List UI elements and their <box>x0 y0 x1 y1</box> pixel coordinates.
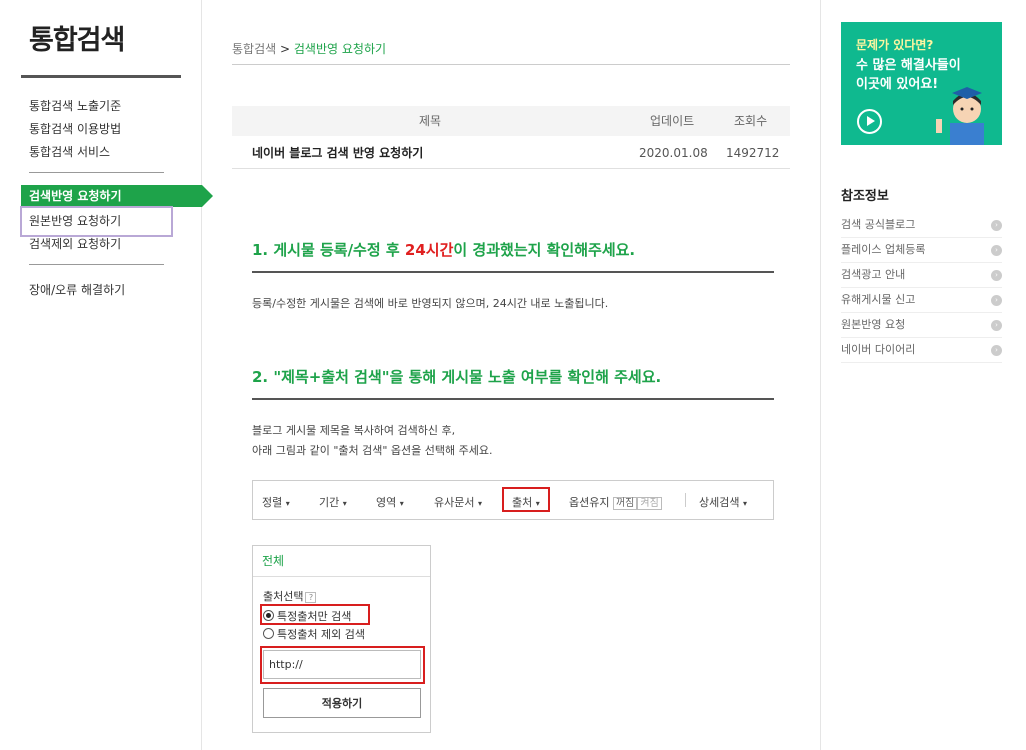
left-sidebar: 통합검색 통합검색 노출기준 통합검색 이용방법 통합검색 서비스 검색반영 요… <box>0 0 213 750</box>
option-sort[interactable]: 정렬 ▾ <box>262 494 290 510</box>
reference-item-label: 유해게시물 신고 <box>841 293 916 306</box>
play-icon[interactable] <box>857 109 882 134</box>
section2-heading: 2. "제목+출처 검색"을 통해 게시물 노출 여부를 확인해 주세요. <box>252 368 662 386</box>
reference-title: 참조정보 <box>841 189 889 204</box>
radio-unchecked-icon <box>263 628 274 639</box>
input-highlight-box <box>260 646 425 684</box>
chevron-down-icon: ▾ <box>342 499 347 508</box>
apply-button[interactable]: 적용하기 <box>263 688 421 718</box>
source-select-label-text: 출처선택 <box>263 590 304 603</box>
radio-exclude-label: 특정출처 제외 검색 <box>277 628 365 641</box>
chevron-right-icon: › <box>991 295 1002 306</box>
sidebar-item-troubleshoot[interactable]: 장애/오류 해결하기 <box>29 281 125 298</box>
breadcrumb-current: 검색반영 요청하기 <box>293 42 387 56</box>
row-views: 1492712 <box>726 146 780 160</box>
sidebar-title: 통합검색 <box>29 25 125 56</box>
chevron-right-icon: › <box>991 220 1002 231</box>
reference-item[interactable]: 검색광고 안내 › <box>841 263 1002 288</box>
option-keep-label: 옵션유지 <box>569 496 610 509</box>
sidebar-item-usage[interactable]: 통합검색 이용방법 <box>29 120 121 137</box>
option-period[interactable]: 기간 ▾ <box>319 494 347 510</box>
person-illustration <box>936 87 984 145</box>
option-similar-label: 유사문서 <box>434 496 475 509</box>
sidebar-divider <box>29 172 164 173</box>
option-detail[interactable]: 상세검색 ▾ <box>699 494 747 510</box>
reference-item[interactable]: 검색 공식블로그 › <box>841 213 1002 238</box>
search-option-bar: 정렬 ▾ 기간 ▾ 영역 ▾ 유사문서 ▾ 출처 ▾ 옵션유지 꺼짐 켜짐 상세검… <box>252 480 774 520</box>
section1-heading: 1. 게시물 등록/수정 후 24시간이 경과했는지 확인해주세요. <box>252 239 635 260</box>
row-updated: 2020.01.08 <box>639 146 708 160</box>
reference-item[interactable]: 유해게시물 신고 › <box>841 288 1002 313</box>
chevron-down-icon: ▾ <box>399 499 404 508</box>
option-keep: 옵션유지 꺼짐 켜짐 <box>569 494 662 510</box>
option-area-label: 영역 <box>376 496 397 509</box>
banner-line3-text: 이곳에 있어요! <box>856 77 939 92</box>
option-divider <box>685 493 686 507</box>
col-updated: 업데이트 <box>650 114 695 128</box>
option-detail-label: 상세검색 <box>699 496 740 509</box>
option-period-label: 기간 <box>319 496 340 509</box>
chevron-down-icon: ▾ <box>285 499 290 508</box>
chevron-right-icon: › <box>991 345 1002 356</box>
sidebar-item-service[interactable]: 통합검색 서비스 <box>29 143 110 160</box>
reference-item-label: 네이버 다이어리 <box>841 343 916 356</box>
section1-heading-post: 이 경과했는지 확인해주세요. <box>453 241 636 259</box>
breadcrumb-sep: > <box>280 42 291 56</box>
banner-line1: 문제가 있다면? <box>856 38 934 52</box>
col-title: 제목 <box>419 114 442 128</box>
sidebar-item-request-reflect[interactable]: 검색반영 요청하기 <box>21 185 213 207</box>
source-select-panel: 전체 출처선택? 특정출처만 검색 특정출처 제외 검색 적용하기 <box>252 545 431 733</box>
chevron-down-icon: ▾ <box>477 499 482 508</box>
chevron-right-icon: › <box>991 245 1002 256</box>
option-similar[interactable]: 유사문서 ▾ <box>434 494 482 510</box>
section1-heading-red: 24시간 <box>404 241 454 259</box>
title-divider <box>21 75 181 78</box>
breadcrumb: 통합검색 > 검색반영 요청하기 <box>232 40 386 57</box>
sidebar-item-exclude[interactable]: 검색제외 요청하기 <box>29 235 121 252</box>
source-select-label: 출처선택? <box>263 588 317 604</box>
section2-divider <box>252 398 774 400</box>
section1-heading-pre: 1. 게시물 등록/수정 후 <box>252 241 405 259</box>
radio-highlight-box <box>260 604 370 625</box>
banner-line2-text: 수 많은 해결사들이 <box>856 58 961 73</box>
radio-exclude-source[interactable]: 특정출처 제외 검색 <box>263 626 365 642</box>
row-title: 네이버 블로그 검색 반영 요청하기 <box>252 146 424 160</box>
section1-body: 등록/수정한 게시물은 검색에 바로 반영되지 않으며, 24시간 내로 노출됩… <box>252 297 609 310</box>
breadcrumb-divider <box>232 64 790 65</box>
breadcrumb-root[interactable]: 통합검색 <box>232 42 276 56</box>
help-banner[interactable]: 문제가 있다면? 수 많은 해결사들이이곳에 있어요! <box>841 22 1002 145</box>
chevron-down-icon: ▾ <box>742 499 747 508</box>
option-keep-off[interactable]: 꺼짐 <box>612 497 638 510</box>
reference-item[interactable]: 플레이스 업체등록 › <box>841 238 1002 263</box>
reference-item-label: 원본반영 요청 <box>841 318 906 331</box>
chevron-right-icon: › <box>991 320 1002 331</box>
reference-item[interactable]: 네이버 다이어리 › <box>841 338 1002 363</box>
chevron-right-icon: › <box>991 270 1002 281</box>
option-area[interactable]: 영역 ▾ <box>376 494 404 510</box>
table-header: 제목 업데이트 조회수 <box>232 106 790 136</box>
reference-item-label: 검색 공식블로그 <box>841 218 916 231</box>
col-views: 조회수 <box>734 114 768 128</box>
section2-body-line2: 아래 그림과 같이 "출처 검색" 옵션을 선택해 주세요. <box>252 444 493 457</box>
sidebar-item-exposure[interactable]: 통합검색 노출기준 <box>29 97 121 114</box>
panel-header: 전체 <box>253 546 430 577</box>
reference-item[interactable]: 원본반영 요청 › <box>841 313 1002 338</box>
help-icon[interactable]: ? <box>305 591 317 603</box>
reference-item-label: 플레이스 업체등록 <box>841 243 926 256</box>
source-highlight-box <box>502 487 550 512</box>
table-row: 네이버 블로그 검색 반영 요청하기 2020.01.08 1492712 <box>232 137 790 169</box>
option-sort-label: 정렬 <box>262 496 283 509</box>
option-keep-on[interactable]: 켜짐 <box>637 497 662 510</box>
sidebar-divider <box>29 264 164 265</box>
sidebar-highlight-box <box>20 206 173 237</box>
reference-item-label: 검색광고 안내 <box>841 268 906 281</box>
section2-body-line1: 블로그 게시물 제목을 복사하여 검색하신 후, <box>252 424 456 437</box>
section1-divider <box>252 271 774 273</box>
right-sidebar: 문제가 있다면? 수 많은 해결사들이이곳에 있어요! 참조정보 검색 공식블로… <box>820 0 1026 750</box>
